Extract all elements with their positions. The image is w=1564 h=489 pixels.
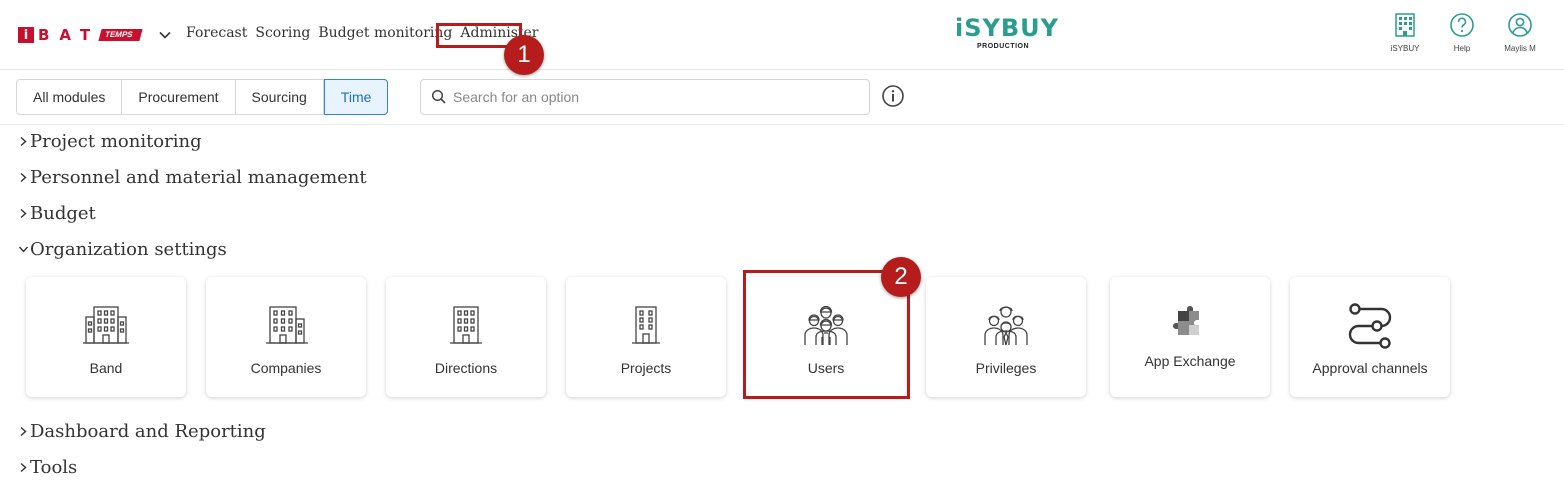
logo-temps-badge: TEMPS xyxy=(98,29,143,41)
nav-budget-monitoring[interactable]: Budget monitoring xyxy=(318,25,452,41)
card-projects[interactable]: Projects xyxy=(566,277,726,397)
card-band[interactable]: Band xyxy=(26,277,186,397)
help-circle-icon xyxy=(1450,13,1474,37)
brand-name: iSYBUY xyxy=(955,14,1060,42)
user-name-label: Maylis M xyxy=(1504,44,1536,53)
card-label: Projects xyxy=(620,360,672,376)
building-icon xyxy=(632,306,660,344)
section-project-monitoring[interactable]: Project monitoring xyxy=(18,131,202,152)
brand-environment: PRODUCTION xyxy=(976,43,1030,50)
section-label: Project monitoring xyxy=(30,131,202,152)
section-organization-settings[interactable]: Organization settings xyxy=(18,239,227,260)
tab-all-modules[interactable]: All modules xyxy=(17,80,123,114)
isybuy-brand: iSYBUY PRODUCTION xyxy=(955,14,1060,50)
card-label: Companies xyxy=(250,360,322,376)
user-menu-button[interactable]: Maylis M xyxy=(1492,12,1548,53)
search-icon xyxy=(431,89,446,104)
chevron-right-icon xyxy=(20,172,27,183)
section-budget[interactable]: Budget xyxy=(18,203,96,224)
logo-i-mark: i xyxy=(18,27,34,43)
help-label: Help xyxy=(1453,44,1471,53)
search-input[interactable] xyxy=(453,89,853,105)
tab-procurement[interactable]: Procurement xyxy=(122,80,236,114)
header-divider xyxy=(0,124,1564,125)
nav-forecast[interactable]: Forecast xyxy=(186,25,247,41)
company-building-icon xyxy=(266,306,308,344)
card-label: App Exchange xyxy=(1144,353,1236,369)
help-button[interactable]: Help xyxy=(1434,12,1490,53)
card-label: Privileges xyxy=(975,360,1037,376)
annotation-step-1: 1 xyxy=(504,35,544,75)
chevron-down-icon[interactable] xyxy=(158,28,172,42)
workflow-route-icon xyxy=(1348,303,1392,349)
chevron-down-icon xyxy=(18,246,29,253)
card-label: Band xyxy=(89,360,123,376)
card-companies[interactable]: Companies xyxy=(206,277,366,397)
chevron-right-icon xyxy=(20,208,27,219)
people-group-icon xyxy=(984,306,1028,346)
ibat-logo[interactable]: i BAT TEMPS xyxy=(18,26,143,44)
module-tabs: All modules Procurement Sourcing Time xyxy=(16,79,389,115)
section-label: Budget xyxy=(30,203,96,224)
card-privileges[interactable]: Privileges xyxy=(926,277,1086,397)
office-building-icon xyxy=(83,306,129,344)
building-icon xyxy=(1395,13,1415,37)
card-label: Directions xyxy=(434,360,498,376)
annotation-step-2: 2 xyxy=(881,257,921,297)
card-approval-channels[interactable]: Approval channels xyxy=(1290,277,1450,397)
info-icon[interactable] xyxy=(881,84,905,108)
nav-scoring[interactable]: Scoring xyxy=(255,25,310,41)
section-label: Tools xyxy=(30,457,78,478)
tab-sourcing[interactable]: Sourcing xyxy=(236,80,324,114)
section-personnel-material[interactable]: Personnel and material management xyxy=(18,167,367,188)
card-app-exchange[interactable]: App Exchange xyxy=(1110,277,1270,397)
isybuy-button[interactable]: iSYBUY xyxy=(1377,12,1433,53)
chevron-right-icon xyxy=(20,426,27,437)
section-dashboard-reporting[interactable]: Dashboard and Reporting xyxy=(18,421,266,442)
puzzle-icon xyxy=(1173,306,1199,335)
logo-letters: BAT xyxy=(38,26,101,44)
section-label: Dashboard and Reporting xyxy=(30,421,266,442)
section-label: Organization settings xyxy=(30,239,227,260)
chevron-right-icon xyxy=(20,462,27,473)
card-directions[interactable]: Directions xyxy=(386,277,546,397)
user-circle-icon xyxy=(1508,13,1532,37)
tower-building-icon xyxy=(450,306,482,344)
section-tools[interactable]: Tools xyxy=(18,457,77,478)
tab-time[interactable]: Time xyxy=(323,79,389,115)
top-header: i BAT TEMPS Forecast Scoring Budget moni… xyxy=(0,0,1564,70)
section-label: Personnel and material management xyxy=(30,167,367,188)
isybuy-label: iSYBUY xyxy=(1390,44,1420,53)
chevron-right-icon xyxy=(20,136,27,147)
search-box[interactable] xyxy=(420,79,870,115)
card-label: Approval channels xyxy=(1312,360,1428,376)
